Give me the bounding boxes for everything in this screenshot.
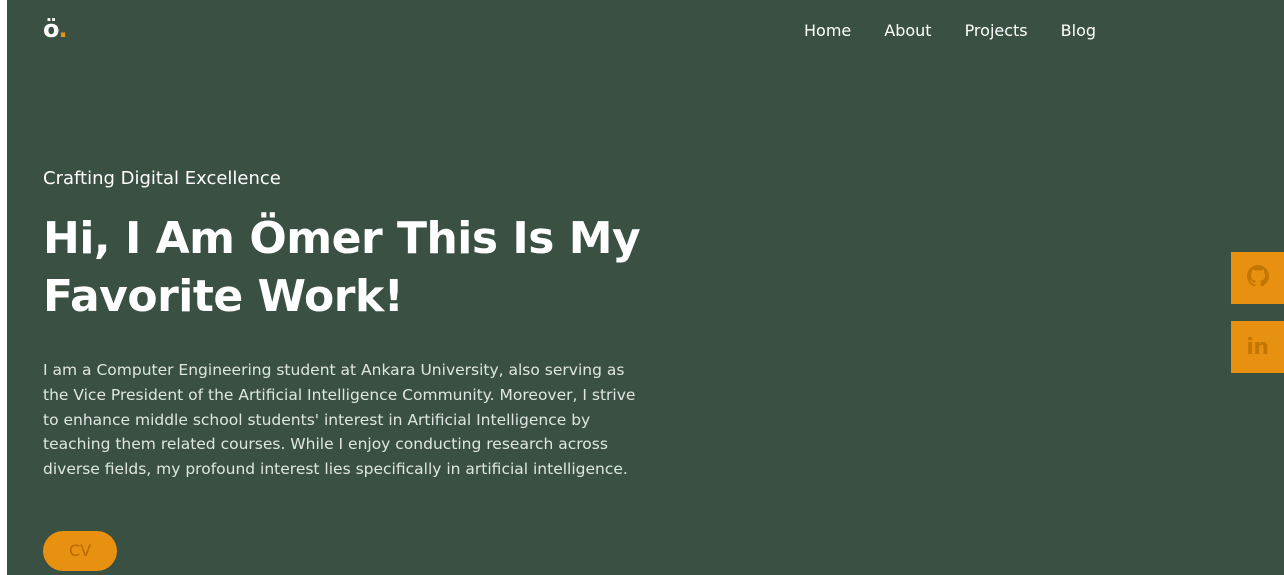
- page: ö. Home About Projects Blog Crafting Dig…: [7, 0, 1284, 575]
- nav-blog[interactable]: Blog: [1061, 20, 1096, 42]
- main-nav: Home About Projects Blog: [804, 20, 1096, 42]
- hero-headline: Hi, I Am Ömer This Is My Favorite Work!: [43, 213, 641, 322]
- logo-letter: ö: [43, 15, 59, 43]
- linkedin-icon: in: [1246, 334, 1269, 360]
- hero-bio: I am a Computer Engineering student at A…: [43, 361, 636, 479]
- logo-dot: .: [58, 15, 68, 43]
- cv-button[interactable]: CV: [43, 531, 117, 571]
- site-logo[interactable]: ö.: [43, 14, 68, 44]
- linkedin-link[interactable]: in: [1231, 321, 1284, 373]
- nav-about[interactable]: About: [884, 20, 931, 42]
- github-icon: [1246, 265, 1269, 291]
- nav-home[interactable]: Home: [804, 20, 851, 42]
- hero-tagline: Crafting Digital Excellence: [43, 168, 281, 189]
- nav-projects[interactable]: Projects: [965, 20, 1028, 42]
- github-link[interactable]: [1231, 252, 1284, 304]
